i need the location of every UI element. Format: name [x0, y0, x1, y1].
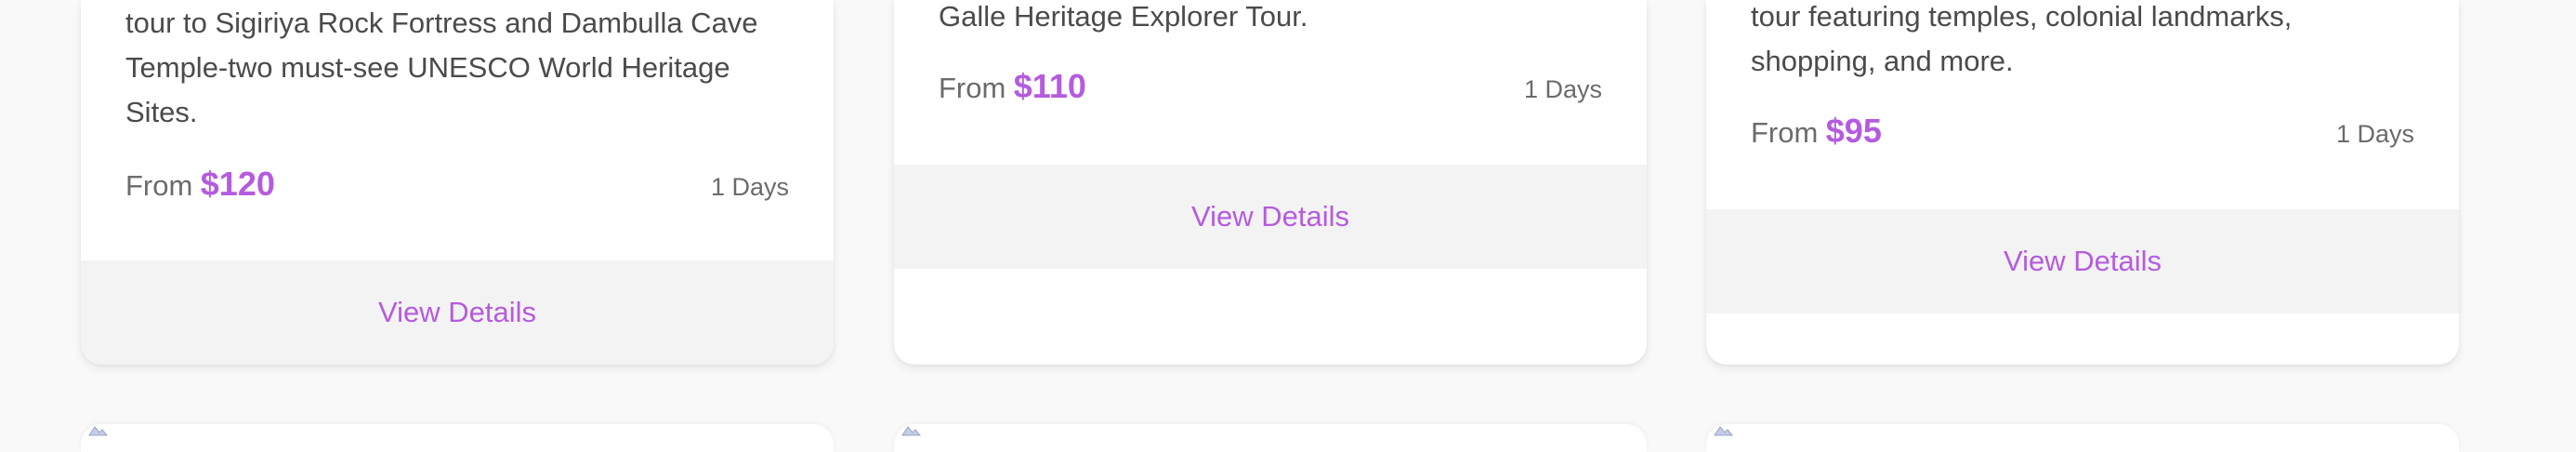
- tour-card-next: [81, 424, 834, 452]
- view-details-label: View Details: [377, 296, 536, 328]
- tour-card-next: [1706, 424, 2459, 452]
- tour-card-next: [894, 424, 1647, 452]
- tour-description-line: Galle Heritage Explorer Tour.: [939, 0, 1308, 33]
- tour-duration: 1 Days: [1523, 75, 1602, 103]
- price-row: From $110 1 Days: [939, 67, 1602, 106]
- tour-card: Galle Heritage Explorer Tour. From $110 …: [894, 0, 1647, 365]
- view-details-label: View Details: [1190, 200, 1349, 233]
- broken-image-icon: [901, 426, 922, 436]
- tour-duration: 1 Days: [710, 173, 789, 201]
- tour-description-line: shopping, and more.: [1751, 45, 2014, 77]
- tour-card: tour to Sigiriya Rock Fortress and Dambu…: [81, 0, 834, 365]
- view-details-button[interactable]: View Details: [1706, 209, 2459, 313]
- tour-description: tour to Sigiriya Rock Fortress and Dambu…: [125, 0, 789, 135]
- tour-description-line: tour featuring temples, colonial landmar…: [1751, 0, 2293, 33]
- tour-price: $120: [200, 165, 275, 203]
- tour-price: $110: [1013, 67, 1086, 105]
- tour-card-body: tour to Sigiriya Rock Fortress and Dambu…: [81, 0, 834, 204]
- view-details-button[interactable]: View Details: [81, 260, 834, 365]
- tour-price: $95: [1825, 112, 1882, 150]
- price-block: From $110: [939, 67, 1086, 106]
- price-block: From $120: [125, 165, 275, 204]
- tour-card: tour featuring temples, colonial landmar…: [1706, 0, 2459, 365]
- tour-description-line: tour to Sigiriya Rock Fortress and Dambu…: [125, 7, 758, 39]
- view-details-label: View Details: [2003, 245, 2162, 277]
- tour-card-body: Galle Heritage Explorer Tour. From $110 …: [894, 0, 1647, 106]
- tour-duration: 1 Days: [2335, 120, 2414, 148]
- price-row: From $95 1 Days: [1751, 112, 2414, 151]
- tour-description: Galle Heritage Explorer Tour.: [939, 0, 1602, 39]
- tour-description-line: Sites.: [125, 96, 198, 128]
- view-details-button[interactable]: View Details: [894, 165, 1647, 269]
- broken-image-icon: [1714, 426, 1734, 436]
- from-label: From: [939, 72, 1006, 104]
- tour-card-body: tour featuring temples, colonial landmar…: [1706, 0, 2459, 151]
- tour-description: tour featuring temples, colonial landmar…: [1751, 0, 2414, 84]
- price-block: From $95: [1751, 112, 1882, 151]
- broken-image-icon: [88, 426, 109, 436]
- price-row: From $120 1 Days: [125, 165, 789, 204]
- from-label: From: [125, 169, 193, 202]
- tour-description-line: Temple-two must-see UNESCO World Heritag…: [125, 51, 730, 84]
- from-label: From: [1751, 116, 1819, 149]
